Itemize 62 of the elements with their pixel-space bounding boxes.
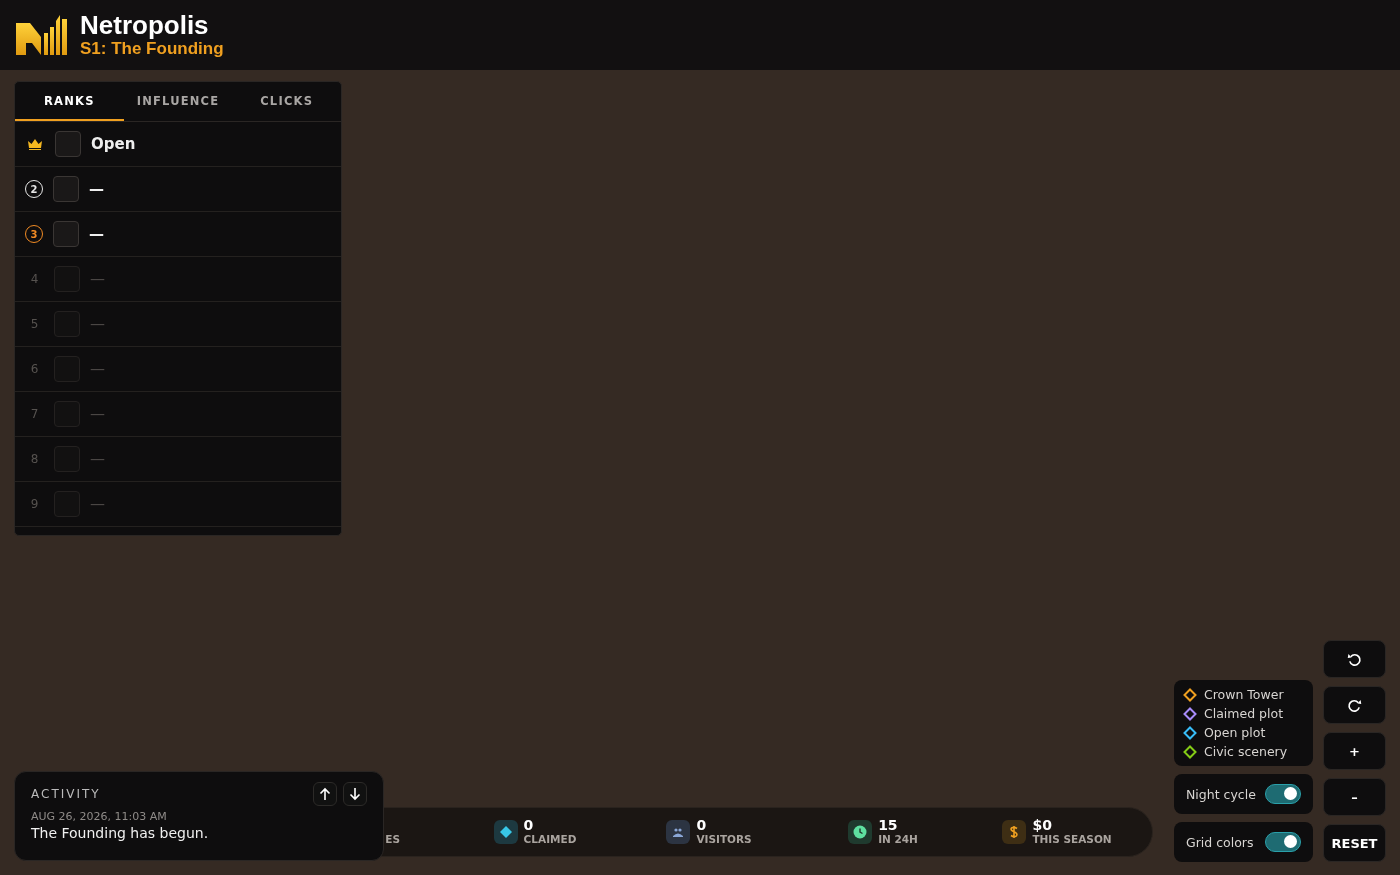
rank-row[interactable]: 2 — — [15, 167, 341, 212]
leaderboard-tab[interactable]: INFLUENCE — [123, 82, 233, 121]
crown-icon — [28, 138, 42, 150]
rank-row[interactable]: Open — [15, 122, 341, 167]
map-control-button[interactable]: – — [1323, 778, 1386, 816]
up-arrow-icon — [319, 787, 331, 801]
toggle-label: Grid colors — [1186, 834, 1254, 850]
down-arrow-button[interactable] — [343, 782, 367, 806]
map-control-button[interactable]: RESET — [1323, 824, 1386, 862]
logo-icon — [14, 13, 68, 57]
player-name: — — [90, 495, 105, 513]
rank-row[interactable]: 3 — — [15, 212, 341, 257]
player-name: — — [90, 405, 105, 423]
season-subtitle: S1: The Founding — [80, 39, 224, 59]
stat-label: CLAIMED — [523, 833, 577, 846]
rotate-left-icon — [1347, 651, 1362, 667]
rank-number: 8 — [29, 452, 40, 466]
legend-label: Open plot — [1204, 725, 1266, 740]
stat-value: 0 — [523, 818, 535, 833]
player-name: — — [90, 450, 105, 468]
legend-label: Crown Tower — [1204, 687, 1284, 702]
rank-number: 6 — [29, 362, 40, 376]
map-control-button[interactable]: + — [1323, 732, 1386, 770]
stat-value: $0 — [1032, 818, 1053, 833]
legend-label: Claimed plot — [1204, 706, 1284, 721]
dollar-icon — [1002, 820, 1027, 844]
stat-label: VISITORS — [696, 833, 752, 846]
rank-number: 7 — [29, 407, 40, 421]
toggle-label: Night cycle — [1186, 786, 1256, 802]
people-icon — [666, 820, 691, 844]
leaderboard-tab[interactable]: CLICKS — [232, 82, 341, 121]
rank-number: 5 — [29, 317, 40, 331]
player-name: — — [89, 225, 104, 243]
stat-value: 15 — [878, 818, 899, 833]
player-name: Open — [91, 135, 136, 153]
avatar-placeholder — [53, 221, 79, 247]
player-name: — — [90, 270, 105, 288]
player-name: — — [90, 360, 105, 378]
player-name: — — [90, 315, 105, 333]
activity-title: ACTIVITY — [31, 787, 101, 801]
rank-number: 4 — [29, 272, 40, 286]
stat-value: 0 — [696, 818, 708, 833]
player-name: — — [89, 180, 104, 198]
clock-icon — [848, 820, 873, 844]
avatar-placeholder — [55, 131, 81, 157]
stat-label: THIS SEASON — [1032, 833, 1112, 846]
rotate-left-button[interactable] — [1323, 640, 1386, 678]
stat-label: IN 24H — [878, 833, 918, 846]
rotate-right-icon — [1347, 697, 1362, 713]
rotate-right-button[interactable] — [1323, 686, 1386, 724]
up-arrow-button[interactable] — [313, 782, 337, 806]
stat-label: ES — [385, 832, 400, 846]
rank-number: 9 — [29, 497, 40, 511]
leaderboard-tab[interactable]: RANKS — [15, 82, 124, 121]
down-arrow-icon — [349, 787, 361, 801]
app-title: Netropolis — [80, 11, 210, 39]
activity-timestamp: AUG 26, 2026, 11:03 AM — [31, 810, 168, 823]
toggle-switch[interactable] — [1265, 832, 1301, 852]
activity-message: The Founding has begun. — [31, 825, 210, 841]
avatar-placeholder — [53, 176, 79, 202]
toggle-switch[interactable] — [1265, 784, 1301, 804]
legend-label: Civic scenery — [1204, 744, 1288, 759]
